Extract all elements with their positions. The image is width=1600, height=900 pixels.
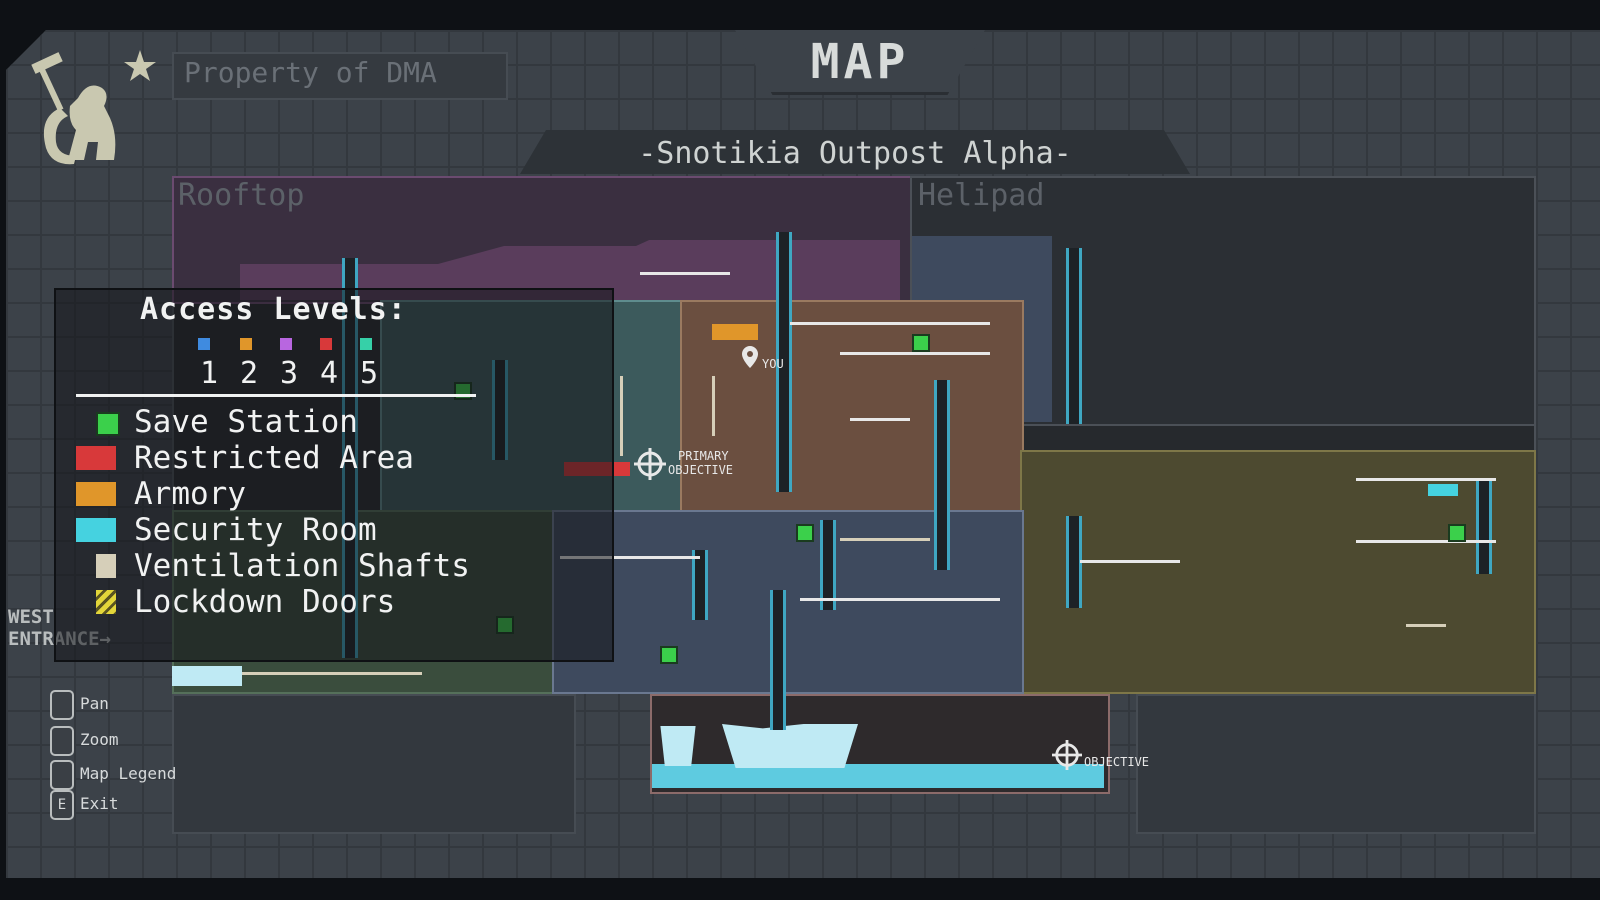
entrance-ice: [172, 666, 242, 686]
crosshair-icon: [634, 448, 666, 480]
access-level-chip: [360, 338, 372, 350]
primary-objective-label-line1: PRIMARY: [678, 449, 729, 463]
crosshair-icon: [1052, 740, 1082, 770]
legend-title: Access Levels:: [140, 292, 407, 327]
legend-label: Ventilation Shafts: [134, 548, 470, 584]
save-station-icon[interactable]: [912, 334, 930, 352]
access-level-chip: [240, 338, 252, 350]
ice-formation-mid: [722, 724, 858, 768]
corridor-wall: [850, 418, 910, 421]
security-room: [1428, 484, 1458, 496]
map-subtitle: -Snotikia Outpost Alpha-: [638, 136, 1072, 171]
corridor-wall: [640, 272, 730, 275]
control-label: Exit: [80, 794, 119, 813]
save-station-icon[interactable]: [1448, 524, 1466, 542]
ventilation-shaft: [840, 538, 930, 541]
lockdown-door-icon: [96, 590, 116, 614]
owner-label: Property of DMA: [184, 56, 437, 89]
ventilation-shaft-icon: [96, 554, 116, 578]
security-room-icon: [76, 518, 116, 542]
access-level-chip: [198, 338, 210, 350]
elevator-shaft: [820, 520, 836, 610]
control-label: Pan: [80, 694, 109, 713]
helipad-label: Helipad: [918, 178, 1045, 213]
access-level-number: 3: [280, 356, 299, 391]
access-level-chip: [280, 338, 292, 350]
mouse-right-icon: [50, 760, 74, 790]
objective-label: OBJECTIVE: [1084, 755, 1150, 769]
ventilation-shaft: [242, 672, 422, 675]
access-level-chip: [320, 338, 332, 350]
corridor-wall: [800, 598, 1000, 601]
legend-label: Lockdown Doors: [134, 584, 396, 620]
armory-room: [712, 324, 758, 340]
armory-icon: [76, 482, 116, 506]
olive-sector: [1020, 450, 1536, 694]
control-label: Zoom: [80, 730, 119, 749]
legend-label: Save Station: [134, 404, 358, 440]
ventilation-shaft: [620, 376, 623, 456]
access-level-number: 4: [320, 356, 339, 391]
mouse-left-icon: [50, 690, 74, 720]
restricted-area-icon: [76, 446, 116, 470]
control-label: Map Legend: [80, 764, 177, 783]
primary-objective-label-line2: OBJECTIVE: [668, 463, 734, 477]
save-station-icon[interactable]: [796, 524, 814, 542]
save-station-icon: [96, 412, 120, 436]
elevator-shaft: [934, 380, 950, 570]
lower-left-room: [172, 694, 576, 834]
you-location-pin-icon: [742, 346, 758, 368]
corridor-wall: [840, 352, 990, 355]
ventilation-shaft: [712, 376, 715, 436]
ventilation-shaft: [1406, 624, 1446, 627]
elevator-shaft: [692, 550, 708, 620]
you-label: YOU: [762, 357, 784, 371]
page-title: MAP: [810, 34, 910, 90]
rooftop-label: Rooftop: [178, 178, 305, 213]
elevator-shaft: [1066, 248, 1082, 424]
access-level-number: 1: [200, 356, 219, 391]
elevator-shaft: [770, 590, 786, 730]
corridor-wall: [790, 322, 990, 325]
access-level-number: 5: [360, 356, 379, 391]
monkey-hammer-logo-icon: [31, 50, 156, 165]
corridor-wall: [1080, 560, 1180, 563]
legend-label: Security Room: [134, 512, 377, 548]
save-station-icon[interactable]: [660, 646, 678, 664]
corridor-wall: [1356, 540, 1496, 543]
legend-divider: [76, 394, 476, 397]
mouse-wheel-icon: [50, 726, 74, 756]
water-pool: [652, 764, 1104, 788]
access-level-number: 2: [240, 356, 259, 391]
legend-label: Armory: [134, 476, 246, 512]
legend-label: Restricted Area: [134, 440, 414, 476]
e-key-icon: E: [50, 790, 74, 820]
blue-sector: [552, 510, 1024, 694]
corridor-wall: [1356, 478, 1496, 481]
lower-right-room: [1136, 694, 1536, 834]
elevator-shaft: [1476, 478, 1492, 574]
